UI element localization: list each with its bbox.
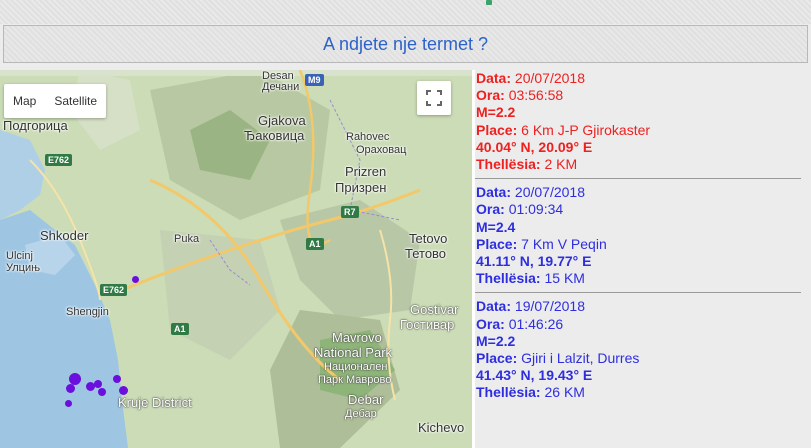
earthquake-entry: Data: 20/07/2018 Ora: 01:09:34 M=2.4 Pla… [475,184,805,287]
earthquake-marker[interactable] [65,400,72,407]
map-label-ulcinj-cyr: Улцињ [6,262,41,274]
fullscreen-button[interactable] [417,81,451,115]
header-bar: A ndjete nje termet ? [3,25,808,63]
map-label-gjakova: Gjakova [258,113,306,128]
road-badge-a1-south: A1 [171,323,189,335]
earthquake-marker[interactable] [66,384,75,393]
map-label-debar-cyr: Дебар [345,408,377,420]
entry-time: Ora: 01:09:34 [476,201,564,218]
earthquake-entry: Data: 19/07/2018 Ora: 01:46:26 M=2.2 Pla… [475,298,805,401]
road-badge-r7: R7 [341,206,359,218]
earthquake-marker[interactable] [94,380,102,388]
map-label-gostivar: Gostivar [410,302,459,317]
map-type-satellite-button[interactable]: Satellite [45,84,106,118]
map-label-prizren: Prizren [345,164,387,179]
entry-separator [475,292,801,294]
entry-magnitude: M=2.2 [476,332,516,349]
earthquake-marker[interactable] [119,386,128,395]
map-label-park-mavrovo: Парк Маврово [318,374,392,386]
map-label-gostivar-cyr: Гостивар [400,317,455,332]
map-label-podgorica: Подгорица [3,118,68,133]
entry-date: Data: 20/07/2018 [476,184,585,201]
entry-coordinates: 41.11° N, 19.77° E [476,253,592,270]
earthquake-entry: Data: 20/07/2018 Ora: 03:56:58 M=2.2 Pla… [475,70,805,173]
earthquake-list: Data: 20/07/2018 Ora: 03:56:58 M=2.2 Pla… [475,70,805,448]
map-type-map-button[interactable]: Map [4,84,45,118]
entry-coordinates: 41.43° N, 19.43° E [476,367,593,384]
map-label-ulcinj: Ulcinj [6,250,33,262]
map-label-mavrovo: Mavrovo [332,330,382,345]
entry-place: Place: 7 Km V Peqin [476,235,607,252]
page-title: A ndjete nje termet ? [322,34,489,54]
map-label-debar: Debar [348,392,384,407]
entry-place: Place: Gjiri i Lalzit, Durres [476,350,640,367]
entry-magnitude: M=2.2 [476,104,516,121]
map-label-dechani: Дечани [262,81,300,93]
map-label-nac-park: Национален [324,361,388,373]
map-label-puka: Puka [174,233,200,245]
map-label-kruje: Kruje District [118,395,192,410]
map-label-shkoder: Shkoder [40,228,89,243]
map-label-rahovec: Rahovec [346,131,390,143]
entry-time: Ora: 03:56:58 [476,87,564,104]
map-label-djakovica: Ђаковица [244,128,305,143]
entry-depth: Thellësia: 15 KM [476,270,585,287]
road-badge-m9: M9 [305,74,324,86]
entry-time: Ora: 01:46:26 [476,315,564,332]
entry-depth: Thellësia: 2 KM [476,156,578,173]
earthquake-marker[interactable] [113,375,121,383]
earthquake-marker[interactable] [132,276,139,283]
entry-separator [475,178,801,180]
entry-date: Data: 20/07/2018 [476,70,585,86]
map-label-tetovo: Tetovo [409,231,448,246]
road-badge-e762-south: E762 [100,284,128,296]
top-strip [0,0,811,24]
road-badge-a1-east: A1 [306,238,324,250]
earthquake-marker[interactable] [98,388,106,396]
map-label-kichevo: Kichevo [418,420,465,435]
entry-place: Place: 6 Km J-P Gjirokaster [476,121,651,138]
road-badge-e762-north: E762 [45,154,73,166]
earthquake-map[interactable]: Desan Дечани M9 Gjakova Ђаковица Rahovec… [0,70,472,448]
entry-depth: Thellësia: 26 KM [476,384,585,401]
entry-date: Data: 19/07/2018 [476,298,585,315]
map-type-control: Map Satellite [4,84,107,118]
top-marker [486,0,492,5]
entry-magnitude: M=2.4 [476,218,516,235]
map-label-orahovac: Ораховац [356,144,407,156]
entry-coordinates: 40.04° N, 20.09° E [476,138,593,155]
map-label-shengjin: Shengjin [66,306,109,318]
map-label-tetovo-cyr: Тетово [405,246,447,261]
fullscreen-icon [426,90,442,106]
map-label-prizren-cyr: Призрен [335,180,387,195]
map-label-national-park: National Park [314,345,393,360]
